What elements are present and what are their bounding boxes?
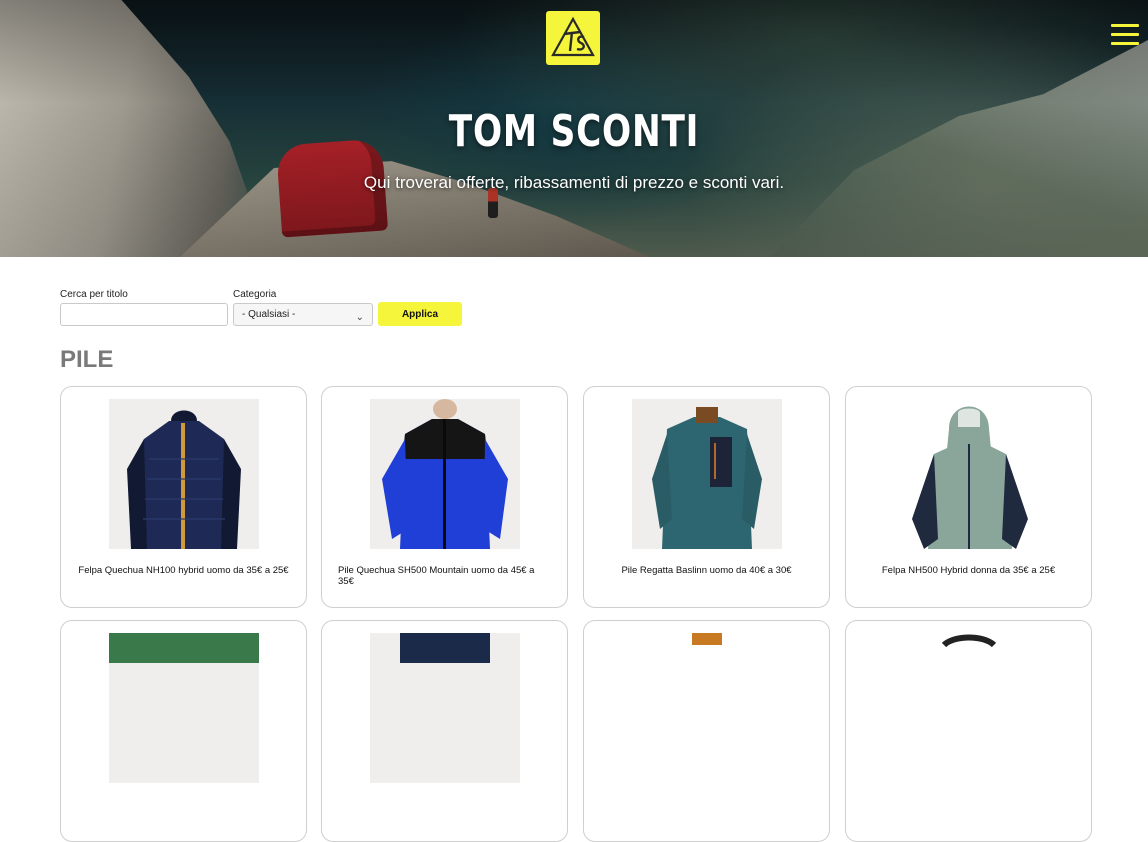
page-subtitle: Qui troverai offerte, ribassamenti di pr… <box>363 173 785 192</box>
product-image <box>109 633 259 783</box>
product-name: Felpa Quechua NH100 hybrid uomo da 35€ a… <box>78 565 289 576</box>
chevron-down-icon: ⌄ <box>355 312 364 323</box>
product-image <box>632 633 782 783</box>
product-image <box>370 399 520 549</box>
category-field: Categoria - Qualsiasi - ⌄ <box>233 289 373 326</box>
category-label: Categoria <box>233 289 277 300</box>
filter-bar: Cerca per titolo Categoria - Qualsiasi -… <box>60 289 462 326</box>
product-card[interactable]: Pile Quechua SH500 Mountain uomo da 45€ … <box>321 386 568 608</box>
product-image <box>109 399 259 549</box>
product-card[interactable] <box>60 620 307 842</box>
title-search-field: Cerca per titolo <box>60 289 228 326</box>
product-image <box>894 633 1044 783</box>
product-name: Pile Regatta Baslinn uomo da 40€ a 30€ <box>621 565 792 576</box>
section-title: PILE <box>60 346 114 373</box>
site-logo[interactable] <box>546 11 600 65</box>
product-card[interactable]: Felpa NH500 Hybrid donna da 35€ a 25€ <box>845 386 1092 608</box>
product-image <box>370 633 520 783</box>
product-image <box>894 399 1044 549</box>
hero-banner: TOM SCONTI Qui troverai offerte, ribassa… <box>0 0 1148 257</box>
title-search-label: Cerca per titolo <box>60 289 128 300</box>
product-card[interactable] <box>321 620 568 842</box>
product-card[interactable]: Felpa Quechua NH100 hybrid uomo da 35€ a… <box>60 386 307 608</box>
product-card[interactable] <box>845 620 1092 842</box>
hamburger-menu-icon[interactable] <box>1111 24 1139 48</box>
product-name: Felpa NH500 Hybrid donna da 35€ a 25€ <box>881 565 1056 576</box>
logo-mountain-icon <box>551 16 595 57</box>
title-search-input[interactable] <box>60 303 228 326</box>
product-name: Pile Quechua SH500 Mountain uomo da 45€ … <box>338 565 535 587</box>
page-title: TOM SCONTI <box>448 106 700 157</box>
product-image <box>632 399 782 549</box>
category-select[interactable]: - Qualsiasi - ⌄ <box>233 303 373 326</box>
apply-button[interactable]: Applica <box>378 302 462 326</box>
product-card[interactable] <box>583 620 830 842</box>
category-selected-value: - Qualsiasi - <box>242 309 296 320</box>
product-card[interactable]: Pile Regatta Baslinn uomo da 40€ a 30€ <box>583 386 830 608</box>
